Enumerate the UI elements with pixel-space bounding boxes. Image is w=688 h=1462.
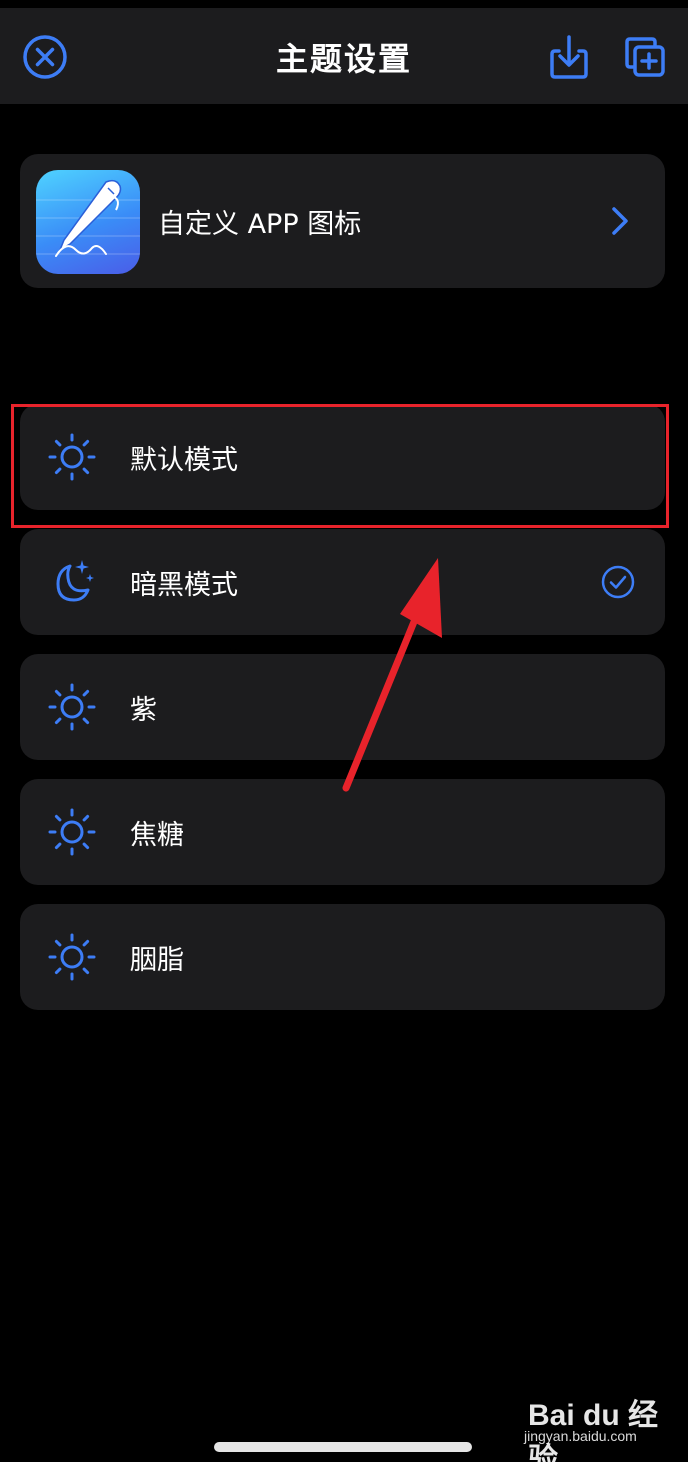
nav-header: 主题设置 [0, 8, 688, 104]
sun-icon [48, 933, 96, 981]
watermark-url: jingyan.baidu.com [524, 1428, 637, 1444]
custom-app-icon-row[interactable]: 自定义 APP 图标 [20, 154, 665, 288]
theme-row-dark[interactable]: 暗黑模式 [20, 529, 665, 635]
home-indicator[interactable] [214, 1442, 472, 1452]
download-icon [550, 35, 588, 79]
theme-row-default[interactable]: 默认模式 [20, 404, 665, 510]
baidu-watermark: Bai du 经验 jingyan.baidu.com [524, 1390, 674, 1462]
theme-row-purple[interactable]: 紫 [20, 654, 665, 760]
custom-app-icon-label: 自定义 APP 图标 [158, 209, 362, 240]
theme-settings-screen: 主题设置 自定义 APP 图标 默认模式 暗黑模式 紫 焦糖 胭脂 Bai du… [0, 0, 688, 1462]
sun-icon [48, 808, 96, 856]
theme-row-caramel[interactable]: 焦糖 [20, 779, 665, 885]
theme-label: 默认模式 [130, 445, 238, 476]
theme-row-rouge[interactable]: 胭脂 [20, 904, 665, 1010]
moon-stars-icon [48, 558, 96, 606]
chevron-right-icon [609, 206, 631, 236]
add-copy-button[interactable] [622, 34, 668, 80]
theme-label: 胭脂 [130, 945, 184, 976]
download-button[interactable] [546, 34, 592, 80]
pen-app-icon [36, 170, 140, 274]
theme-label: 紫 [130, 695, 157, 726]
sun-icon [48, 683, 96, 731]
checkmark-icon [601, 565, 635, 599]
theme-label: 暗黑模式 [130, 570, 238, 601]
add-copy-icon [625, 37, 665, 77]
watermark-logo: Bai du 经验 [528, 1399, 659, 1462]
theme-label: 焦糖 [130, 820, 184, 851]
sun-icon [48, 433, 96, 481]
